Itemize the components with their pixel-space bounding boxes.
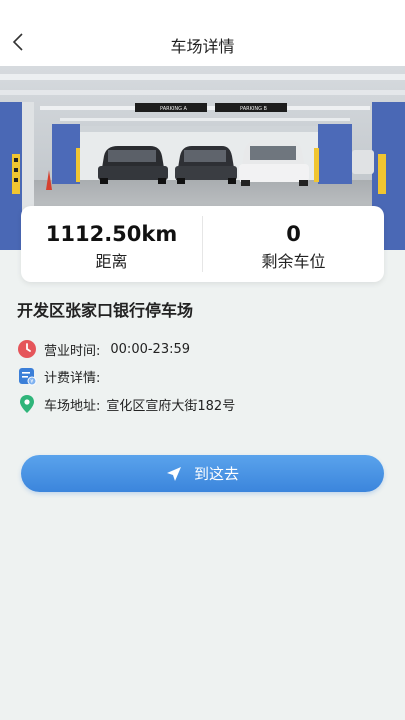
location-pin-icon (17, 394, 37, 414)
hours-value: 00:00-23:59 (110, 341, 191, 357)
bill-icon: ¥ (17, 366, 37, 386)
navigation-arrow-icon (166, 466, 182, 482)
stats-card: 1112.50km 距离 0 剩余车位 (21, 206, 384, 282)
distance-stat: 1112.50km 距离 (21, 206, 202, 282)
clock-icon (17, 339, 37, 359)
fee-row: ¥ 计费详情: (17, 365, 100, 387)
distance-value: 1112.50km (45, 222, 178, 246)
distance-label: 距离 (95, 252, 128, 271)
fee-label: 计费详情: (44, 370, 101, 386)
spaces-stat: 0 剩余车位 (203, 206, 384, 282)
parking-sign-b: PARKING B (240, 106, 268, 112)
hours-row: 营业时间: 00:00-23:59 (17, 338, 190, 360)
spaces-value: 0 (286, 222, 301, 246)
parking-sign-a: PARKING A (160, 106, 188, 112)
hours-label: 营业时间: (44, 343, 101, 359)
nav-bar: 车场详情 (0, 0, 405, 66)
address-label: 车场地址: (44, 398, 101, 414)
address-row: 车场地址: 宣化区宣府大街182号 (17, 393, 235, 415)
go-here-button[interactable]: 到这去 (21, 455, 384, 492)
spaces-label: 剩余车位 (261, 252, 326, 271)
go-here-label: 到这去 (193, 465, 239, 483)
svg-text:¥: ¥ (30, 379, 33, 385)
address-value: 宣化区宣府大街182号 (106, 398, 236, 414)
page-title: 车场详情 (170, 37, 235, 56)
lot-name: 开发区张家口银行停车场 (17, 301, 194, 320)
